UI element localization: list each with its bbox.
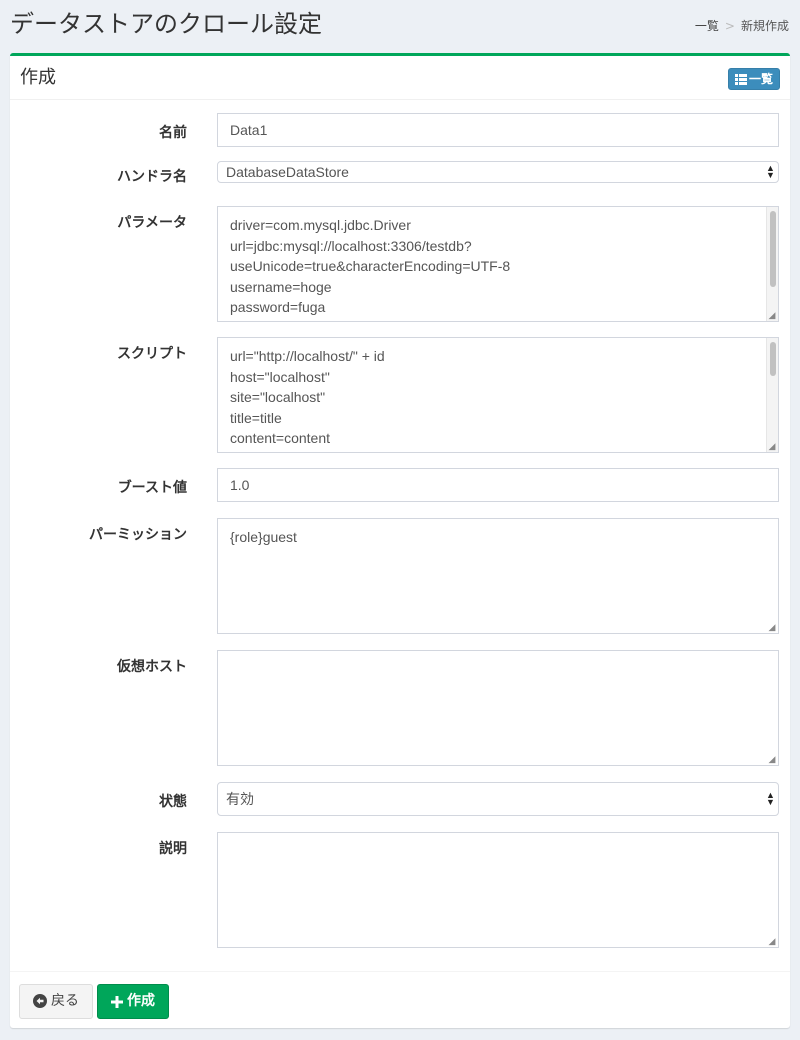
handler-label: ハンドラ名 [117,169,187,185]
select-arrows-icon: ▲ ▼ [766,163,775,180]
script-textarea[interactable]: url="http://localhost/" + id host="local… [217,337,779,453]
handler-select-value: DatabaseDataStore [226,164,349,180]
resize-grip-icon[interactable]: ◢ [767,754,777,764]
status-label: 状態 [159,794,187,810]
script-line: site="localhost" [230,389,326,405]
parameters-line: username=hoge [230,278,332,295]
parameters-line: driver=com.mysql.jdbc.Driver [230,217,411,233]
name-input[interactable]: Data1 [217,113,779,147]
list-button[interactable]: 一覧 [728,68,780,90]
virtual-host-label: 仮想ホスト [117,659,187,675]
box-title: 作成 [20,67,56,88]
breadcrumb-separator: > [724,19,735,33]
breadcrumb-list-link[interactable]: 一覧 [695,19,719,33]
status-select-value: 有効 [226,791,254,807]
resize-grip-icon[interactable]: ◢ [767,622,777,632]
create-form-box: 作成 一覧 名前 Data1 ハンドラ名 DatabaseDataStore ▲… [10,53,790,1028]
virtual-host-textarea[interactable]: ◢ [217,650,779,766]
parameters-scrollbar[interactable] [766,207,778,321]
script-line: url="http://localhost/" + id [230,348,385,364]
scrollbar-thumb[interactable] [770,342,776,376]
parameters-line: useUnicode=true&characterEncoding=UTF-8 [230,258,511,274]
permissions-label: パーミッション [89,527,187,543]
resize-grip-icon[interactable]: ◢ [767,936,777,946]
permissions-value: {role}guest [230,529,297,545]
scrollbar-thumb[interactable] [770,211,776,287]
description-textarea[interactable]: ◢ [217,832,779,948]
resize-grip-icon[interactable]: ◢ [767,441,777,451]
script-label: スクリプト [117,346,187,362]
back-button[interactable]: 戻る [19,984,93,1019]
box-header: 作成 一覧 [10,56,790,100]
boost-label: ブースト値 [117,480,187,496]
resize-grip-icon[interactable]: ◢ [767,310,777,320]
name-label: 名前 [159,125,187,141]
create-button-label: 作成 [127,993,155,1009]
permissions-textarea[interactable]: {role}guest ◢ [217,518,779,634]
arrow-circle-left-icon [33,988,47,1021]
list-icon [734,71,747,91]
parameters-line: url=jdbc:mysql://localhost:3306/testdb? [230,237,472,254]
script-line: title=title [230,409,282,426]
handler-select[interactable]: DatabaseDataStore ▲ ▼ [217,161,779,183]
page-title: データストアのクロール設定 [10,10,322,38]
status-select[interactable]: 有効 ▲ ▼ [217,782,779,816]
description-label: 説明 [159,841,187,857]
script-line: host="localhost" [230,368,330,385]
parameters-line: password=fuga [230,299,326,315]
breadcrumb: 一覧 > 新規作成 [695,18,789,34]
back-button-label: 戻る [51,993,79,1009]
page-header: データストアのクロール設定 一覧 > 新規作成 [0,0,800,52]
plus-icon [111,988,123,1021]
parameters-label: パラメータ [117,215,187,231]
boost-input[interactable]: 1.0 [217,468,779,502]
select-arrows-icon: ▲ ▼ [766,790,775,807]
list-button-label: 一覧 [748,72,773,86]
box-footer: 戻る 作成 [10,971,790,1031]
create-button[interactable]: 作成 [97,984,169,1019]
parameters-textarea[interactable]: driver=com.mysql.jdbc.Driver url=jdbc:my… [217,206,779,322]
script-scrollbar[interactable] [766,338,778,452]
script-line: content=content [230,430,331,446]
breadcrumb-current: 新規作成 [740,19,789,33]
